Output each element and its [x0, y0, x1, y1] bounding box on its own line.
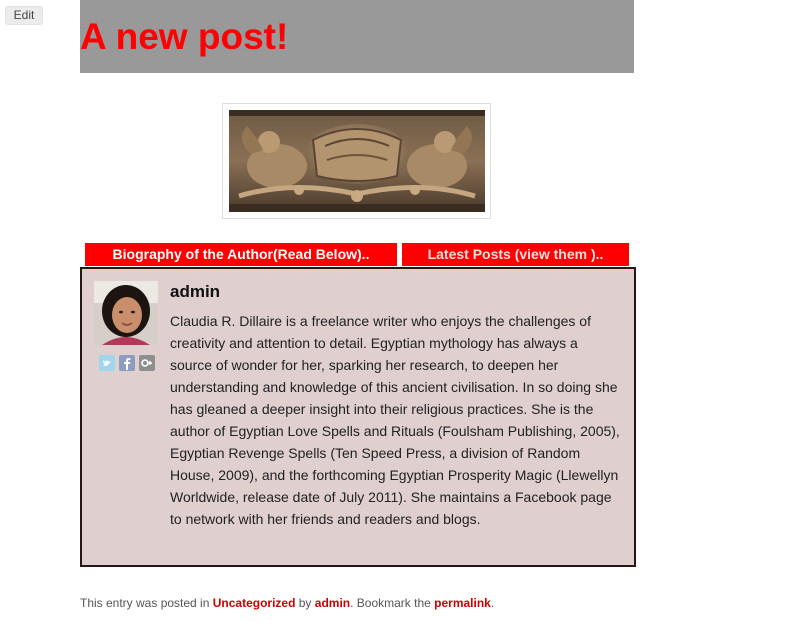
entry-meta-suffix: . — [490, 596, 495, 610]
tab-latest-posts[interactable]: Latest Posts (view them ).. — [402, 243, 629, 266]
author-link[interactable]: admin — [315, 596, 350, 610]
featured-image — [229, 110, 485, 212]
post-title: A new post! — [80, 16, 289, 57]
tab-biography[interactable]: Biography of the Author(Read Below).. — [85, 243, 397, 266]
author-bio: Claudia R. Dillaire is a freelance write… — [170, 313, 620, 527]
facebook-icon[interactable] — [119, 355, 135, 371]
twitter-icon[interactable] — [99, 355, 115, 371]
entry-meta-by: by — [295, 596, 315, 610]
featured-image-frame — [222, 103, 491, 219]
author-box: admin Claudia R. Dillaire is a freelance… — [80, 267, 636, 567]
entry-meta-prefix: This entry was posted in — [80, 596, 213, 610]
google-plus-icon[interactable] — [139, 355, 155, 371]
post-header: A new post! — [80, 0, 634, 73]
permalink-link[interactable]: permalink — [434, 596, 491, 610]
category-link[interactable]: Uncategorized — [213, 596, 296, 610]
avatar — [94, 281, 158, 345]
author-name: admin — [170, 282, 221, 301]
entry-meta: This entry was posted in Uncategorized b… — [80, 596, 494, 610]
entry-meta-bookmark: . Bookmark the — [350, 596, 435, 610]
edit-button[interactable]: Edit — [5, 6, 43, 25]
